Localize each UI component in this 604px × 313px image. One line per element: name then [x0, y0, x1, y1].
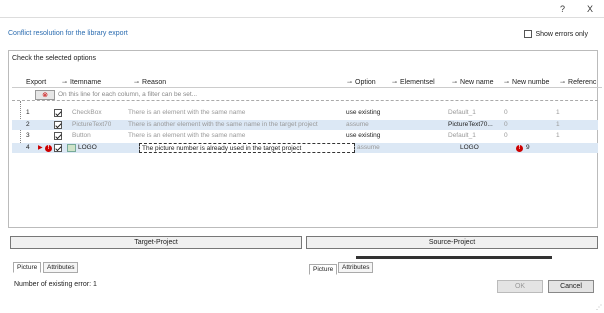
help-button[interactable]: ?	[560, 4, 565, 14]
col-elementsel[interactable]: ⊸ Elementsel	[392, 77, 448, 87]
col-newnumber[interactable]: ⊸ New numbe	[504, 77, 556, 87]
dialog-title: Conflict resolution for the library expo…	[8, 30, 128, 37]
export-checkbox[interactable]	[54, 144, 62, 154]
titlebar-divider	[0, 17, 604, 18]
row-number: 4	[26, 144, 30, 151]
filter-row[interactable]: ⊗ On this line for each column, a filter…	[12, 89, 598, 101]
current-row-arrow-icon: ▶	[38, 145, 43, 151]
ok-button[interactable]: OK	[497, 280, 543, 293]
col-itemname[interactable]: ⊸ Itemname	[62, 77, 126, 87]
table-row[interactable]: 1 CheckBox There is an element with the …	[12, 108, 598, 118]
new-name[interactable]: Default_1	[448, 131, 476, 141]
col-reason[interactable]: ⊸ Reason	[134, 77, 348, 87]
pin-icon: ⊸	[392, 79, 398, 86]
option-select[interactable]: use existing	[346, 131, 380, 141]
error-icon: !	[45, 144, 52, 154]
picture-icon	[67, 144, 76, 152]
tab-attributes-target[interactable]: Attributes	[43, 262, 79, 273]
filter-hint: On this line for each column, a filter c…	[58, 91, 198, 98]
item-name: PictureText70	[72, 121, 112, 128]
table-row[interactable]: 4 ▶ ! LOGO The picture number is already…	[12, 143, 598, 153]
source-project-bar: Source-Project	[306, 236, 598, 249]
col-newname[interactable]: ⊸ New name	[452, 77, 504, 87]
reason-text: There is another element with the same n…	[128, 121, 318, 128]
new-number[interactable]: 9	[526, 143, 530, 153]
table-row[interactable]: 2 PictureText70 There is another element…	[12, 120, 598, 130]
item-name: CheckBox	[72, 109, 102, 116]
pin-icon: ⊸	[504, 79, 510, 86]
reason-text: There is an element with the same name	[128, 109, 246, 116]
tab-attributes-source[interactable]: Attributes	[338, 262, 374, 273]
tab-picture-source[interactable]: Picture	[309, 264, 338, 275]
table-header: Export ⊸ Itemname ⊸ Reason ⊸ Option ⊸ Elemen…	[12, 76, 602, 88]
target-project-bar: Target-Project	[10, 236, 302, 249]
export-checkbox[interactable]	[54, 109, 62, 119]
row-number: 1	[26, 109, 30, 116]
show-errors-label: Show errors only	[535, 30, 588, 38]
new-number[interactable]: 0	[504, 120, 508, 130]
row-number: 3	[26, 132, 30, 139]
pin-icon: ⊸	[560, 79, 566, 86]
reason-editor[interactable]: The picture number is already used in th…	[139, 143, 355, 153]
reference: 1	[556, 121, 560, 128]
new-number[interactable]: 0	[504, 131, 508, 141]
item-name: Button	[72, 132, 91, 139]
reference: 1	[556, 109, 560, 116]
reason-text: There is an element with the same name	[128, 132, 246, 139]
new-number[interactable]: 0	[504, 108, 508, 118]
pin-icon: ⊸	[62, 79, 68, 86]
cancel-button[interactable]: Cancel	[548, 280, 594, 293]
pin-icon: ⊸	[452, 79, 458, 86]
table-row[interactable]: 3 Button There is an element with the sa…	[12, 131, 598, 141]
col-reference[interactable]: ⊸ Referenc	[560, 77, 598, 87]
col-option[interactable]: ⊸ Option	[347, 77, 397, 87]
reference: 1	[556, 132, 560, 139]
error-count: Number of existing error: 1	[14, 281, 97, 288]
source-preview-bar	[356, 256, 552, 259]
col-export[interactable]: Export	[26, 77, 56, 87]
new-name[interactable]: LOGO	[460, 143, 479, 153]
error-icon: !	[516, 144, 523, 154]
filter-clear-icon[interactable]: ⊗	[35, 90, 55, 100]
new-name[interactable]: PictureText70...	[448, 120, 500, 130]
item-name: LOGO	[78, 144, 97, 151]
pin-icon: ⊸	[347, 79, 353, 86]
export-checkbox[interactable]	[54, 121, 62, 131]
row-number: 2	[26, 121, 30, 128]
section-label: Check the selected options	[12, 55, 97, 62]
close-button[interactable]: X	[587, 4, 593, 14]
option-select[interactable]: use existing	[346, 108, 380, 118]
tab-picture-target[interactable]: Picture	[13, 262, 42, 273]
show-errors-checkbox[interactable]	[524, 30, 533, 38]
new-name[interactable]: Default_1	[448, 108, 476, 118]
show-errors-only[interactable]: Show errors only	[524, 30, 588, 38]
pin-icon: ⊸	[134, 79, 140, 86]
export-checkbox[interactable]	[54, 132, 62, 142]
resize-grip-icon[interactable]: ⋰	[596, 304, 602, 311]
option-select[interactable]: assume	[346, 120, 369, 130]
option-select[interactable]: assume	[357, 143, 380, 153]
